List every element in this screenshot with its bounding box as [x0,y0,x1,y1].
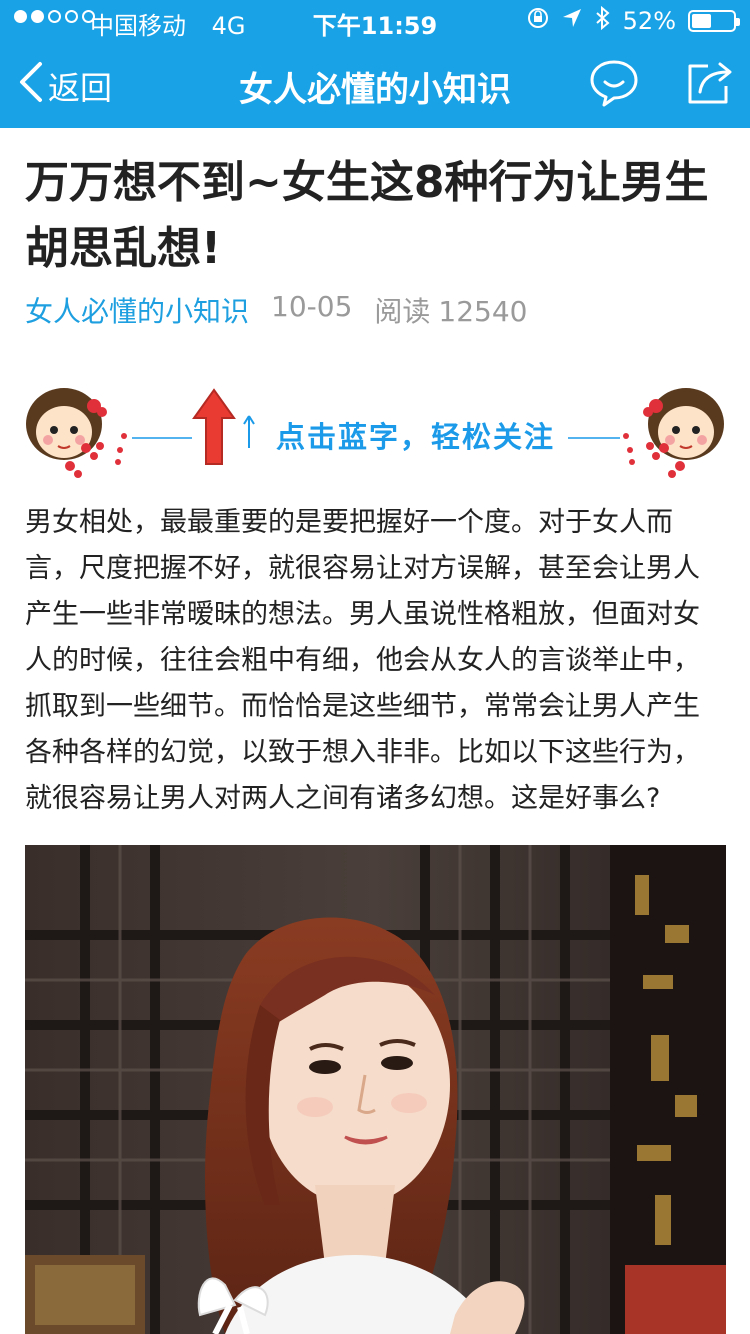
location-arrow-icon [561,7,583,35]
follow-banner[interactable]: 点击蓝字，轻松关注 [20,380,730,480]
cartoon-girl-right-icon [623,388,724,478]
article-photo[interactable] [25,845,726,1334]
nav-actions [588,58,736,112]
reads-label: 阅读 [374,295,431,328]
article-date: 10-05 [271,290,353,323]
red-up-arrow-icon [192,388,236,465]
divider-line-left [132,437,192,439]
battery-tip [736,18,740,26]
divider-line-right [568,437,620,439]
article-reads: 阅读 12540 [374,290,527,330]
article-paragraph: 男女相处，最最重要的是要把握好一个度。对于女人而言，尺度把握不好，就很容易让对方… [25,507,700,814]
cartoon-girl-left-icon [26,388,127,478]
comment-bubble-icon[interactable] [588,58,640,112]
blue-up-arrow-icon [243,415,255,448]
follow-prompt-text: 点击蓝字，轻松关注 [276,420,556,454]
article-meta: 女人必懂的小知识 10-05 阅读 12540 [25,290,725,330]
reads-count: 12540 [438,295,528,328]
share-icon[interactable] [684,58,736,112]
portrait-photo-image [25,845,726,1334]
status-right-group: 52% [527,5,740,36]
article-title: 万万想不到~女生这8种行为让男生胡思乱想! [25,157,709,274]
top-bar: 中国移动 4G 下午11:59 52% 返回 女人必懂的小知识 [0,0,750,128]
article-source-link[interactable]: 女人必懂的小知识 [25,290,249,330]
article-header: 万万想不到~女生这8种行为让男生胡思乱想! 女人必懂的小知识 10-05 阅读 1… [25,150,725,330]
navigation-bar: 返回 女人必懂的小知识 [0,40,750,128]
battery-percent: 52% [622,7,676,35]
orientation-lock-icon [527,7,549,35]
status-bar: 中国移动 4G 下午11:59 52% [0,0,750,40]
battery-level [692,14,711,28]
bluetooth-icon [595,5,611,36]
battery-icon [688,10,740,32]
